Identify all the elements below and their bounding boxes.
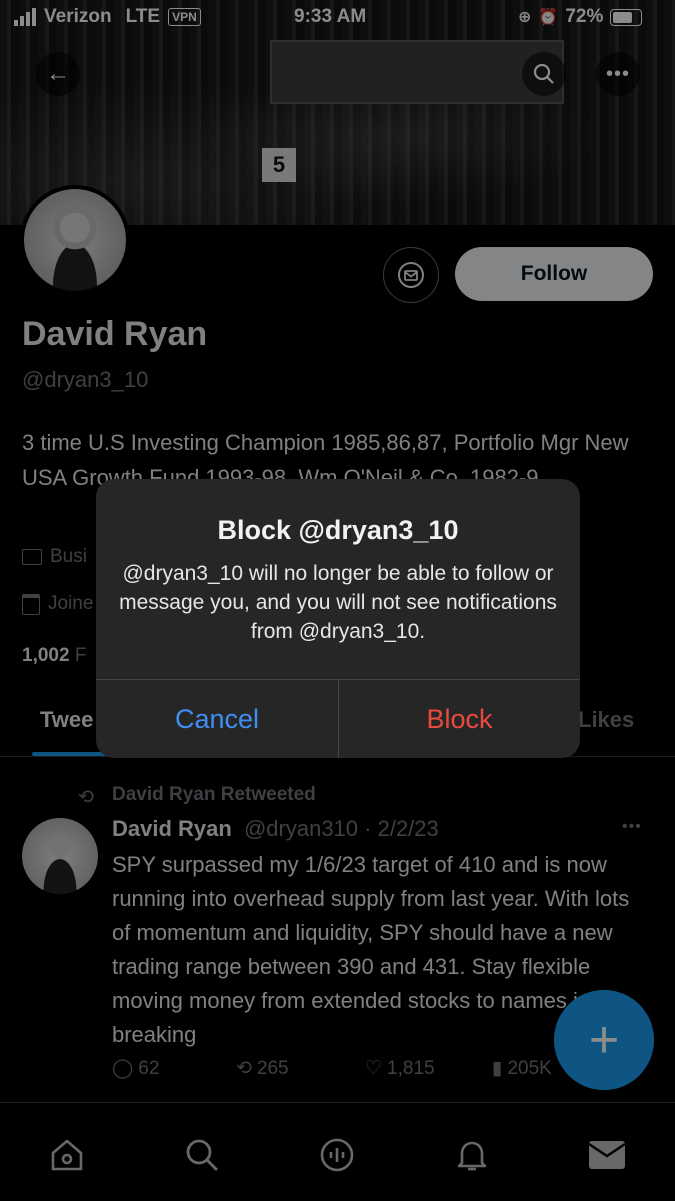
compose-button-dim <box>554 990 654 1090</box>
dialog-message: @dryan3_10 will no longer be able to fol… <box>119 562 557 643</box>
block-dialog: Block @dryan3_10 @dryan3_10 will no long… <box>96 479 580 758</box>
block-button[interactable]: Block <box>339 680 580 758</box>
cancel-button[interactable]: Cancel <box>96 680 338 758</box>
dialog-title: Block @dryan3_10 <box>217 515 459 545</box>
